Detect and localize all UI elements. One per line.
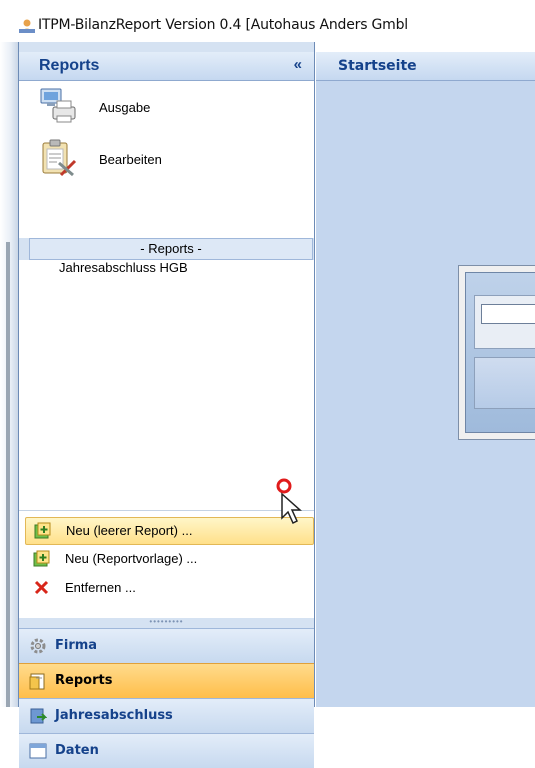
nav-button-jahresabschluss[interactable]: Jahresabschluss <box>19 698 314 733</box>
new-from-template-button[interactable]: Neu (Reportvorlage) ... <box>25 546 312 572</box>
new-from-template-label: Neu (Reportvorlage) ... <box>65 551 198 566</box>
nav-button-reports-label: Reports <box>55 673 113 688</box>
bearbeiten-label: Bearbeiten <box>99 152 162 167</box>
bearbeiten-button[interactable]: Bearbeiten <box>19 133 314 181</box>
remove-label: Entfernen ... <box>65 580 136 595</box>
new-report-icon <box>34 522 51 539</box>
nav-button-daten-label: Daten <box>55 743 99 758</box>
reports-list-header: - Reports - <box>29 238 313 260</box>
dialog-input[interactable] <box>481 304 535 324</box>
nav-button-firma[interactable]: Firma <box>19 628 314 663</box>
new-empty-report-label: Neu (leerer Report) ... <box>66 523 193 538</box>
nav-button-reports[interactable]: Reports <box>19 663 314 698</box>
window-title: ITPM-BilanzReport Version 0.4 [Autohaus … <box>38 17 408 33</box>
title-bar: ITPM-BilanzReport Version 0.4 [Autohaus … <box>0 0 535 42</box>
action-panel: Ausgabe Bearbeiten <box>19 81 314 238</box>
dialog-group <box>474 295 535 349</box>
table-icon <box>29 743 47 759</box>
context-actions: Neu (leerer Report) ... Neu (Reportvorla… <box>19 510 314 619</box>
dialog-lower-panel <box>474 357 535 409</box>
delete-x-icon <box>34 580 49 595</box>
nav-button-jahresabschluss-label: Jahresabschluss <box>55 708 173 723</box>
main-tab-bar: Startseite <box>316 52 535 81</box>
gear-icon <box>30 638 46 654</box>
new-empty-report-button[interactable]: Neu (leerer Report) ... <box>25 517 314 545</box>
dialog-frame <box>465 272 535 433</box>
nav-title: Reports <box>39 57 100 74</box>
collapse-pane-button[interactable]: « <box>294 56 302 73</box>
pane-splitter-grip[interactable]: ••••••••• <box>19 618 314 628</box>
navigation-pane: Reports « Ausgabe Bearbeiten - Reports -… <box>18 42 315 768</box>
nav-button-daten[interactable]: Daten <box>19 733 314 768</box>
tab-startseite[interactable]: Startseite <box>338 58 417 74</box>
mouse-cursor-icon <box>276 478 302 525</box>
app-person-icon <box>19 19 35 33</box>
edge-strip <box>6 242 10 707</box>
reports-list: Jahresabschluss HGB <box>19 260 314 510</box>
folder-document-icon <box>29 673 45 690</box>
ausgabe-label: Ausgabe <box>99 100 151 115</box>
book-arrow-icon <box>30 708 47 724</box>
nav-header: Reports « <box>19 52 314 81</box>
window-left-edge <box>0 42 18 707</box>
ausgabe-button[interactable]: Ausgabe <box>19 81 314 129</box>
new-template-icon <box>33 550 50 567</box>
partial-dialog <box>458 265 535 440</box>
nav-button-firma-label: Firma <box>55 638 98 653</box>
printer-monitor-icon <box>40 88 76 123</box>
edit-clipboard-icon <box>42 139 77 177</box>
list-item[interactable]: Jahresabschluss HGB <box>59 260 188 275</box>
remove-button[interactable]: Entfernen ... <box>25 575 312 601</box>
